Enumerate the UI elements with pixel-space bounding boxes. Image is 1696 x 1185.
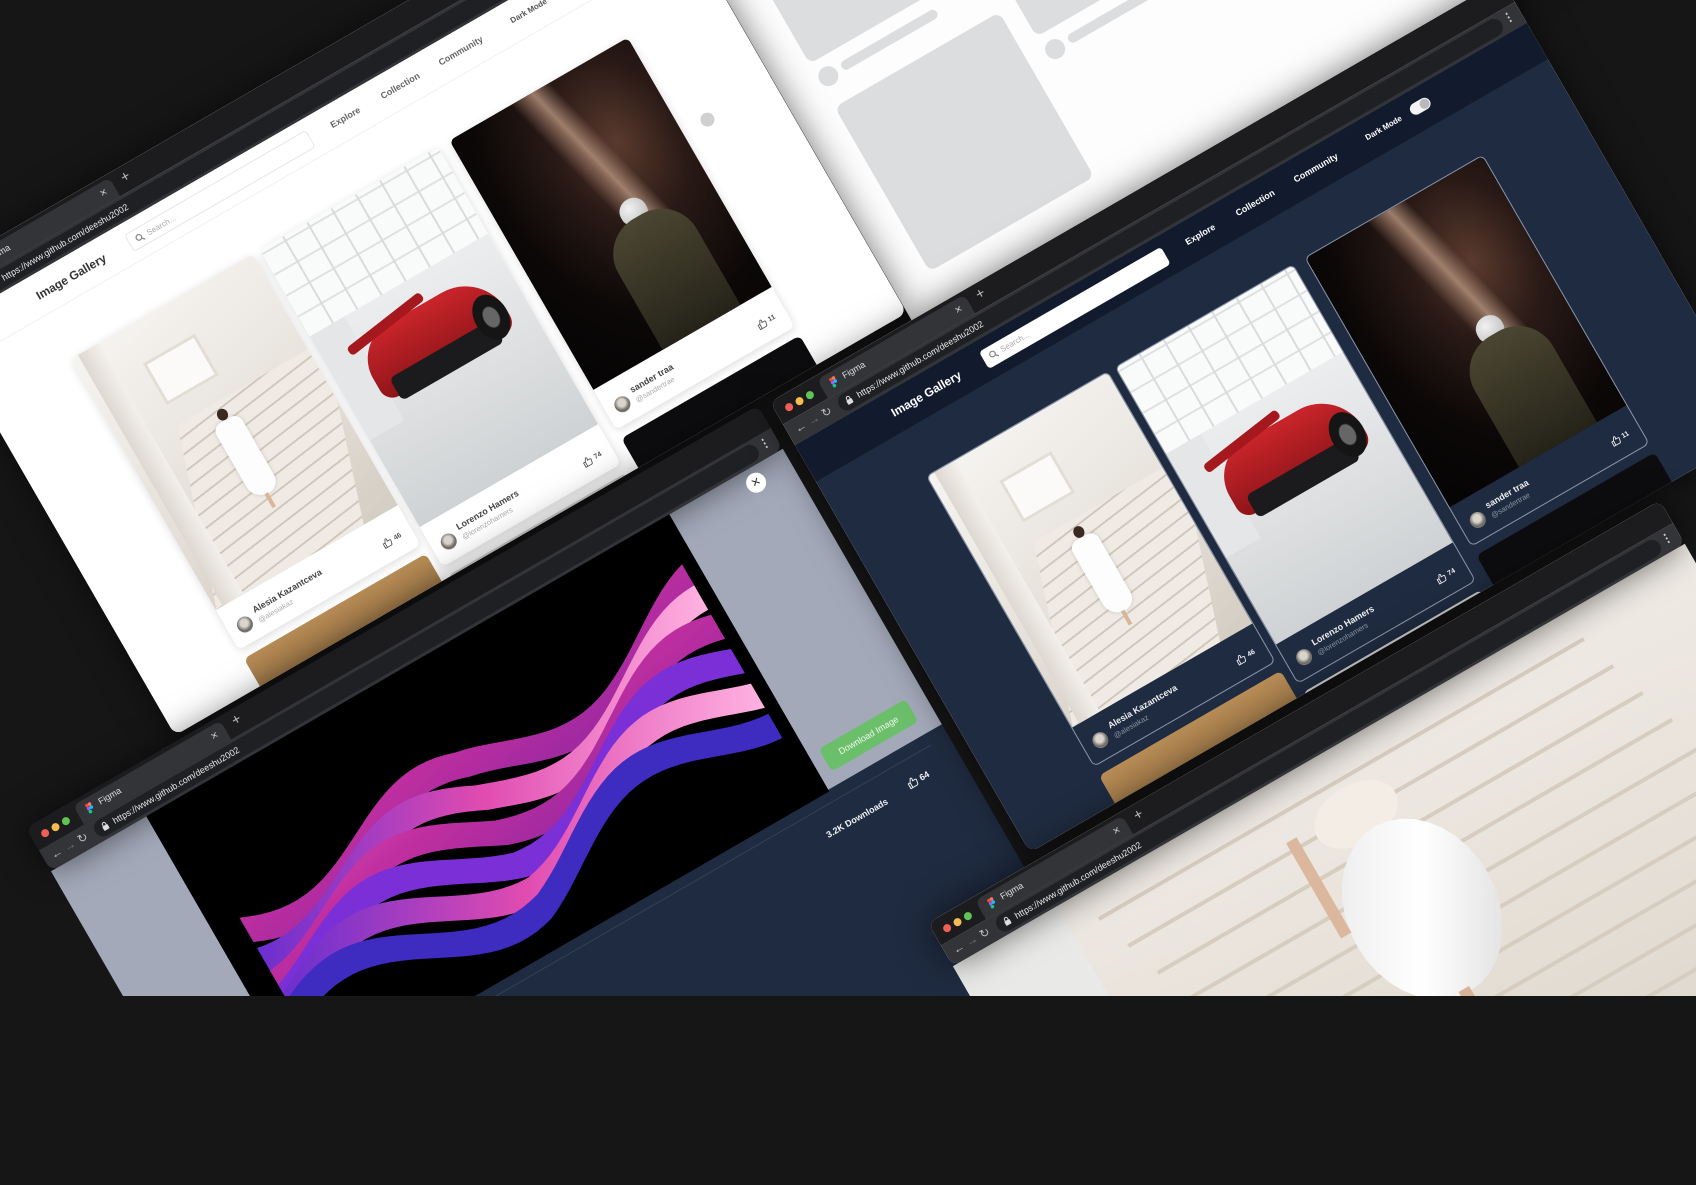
new-tab-button[interactable]: +	[1130, 805, 1146, 824]
close-tab-icon[interactable]: ×	[1110, 823, 1123, 839]
full-size-photo	[953, 543, 1696, 996]
mockup-canvas: Figma × + ← → ↻ https://www.github.com/d…	[0, 0, 1696, 996]
menu-icon[interactable]: ⋮	[1658, 529, 1675, 547]
reload-icon[interactable]: ↻	[977, 924, 993, 941]
maximize-window-button[interactable]	[962, 910, 974, 922]
lock-icon	[1003, 916, 1012, 926]
forward-icon[interactable]: →	[963, 931, 980, 949]
figma-icon	[987, 897, 996, 909]
close-window-button[interactable]	[941, 922, 953, 934]
minimize-window-button[interactable]	[952, 916, 963, 928]
